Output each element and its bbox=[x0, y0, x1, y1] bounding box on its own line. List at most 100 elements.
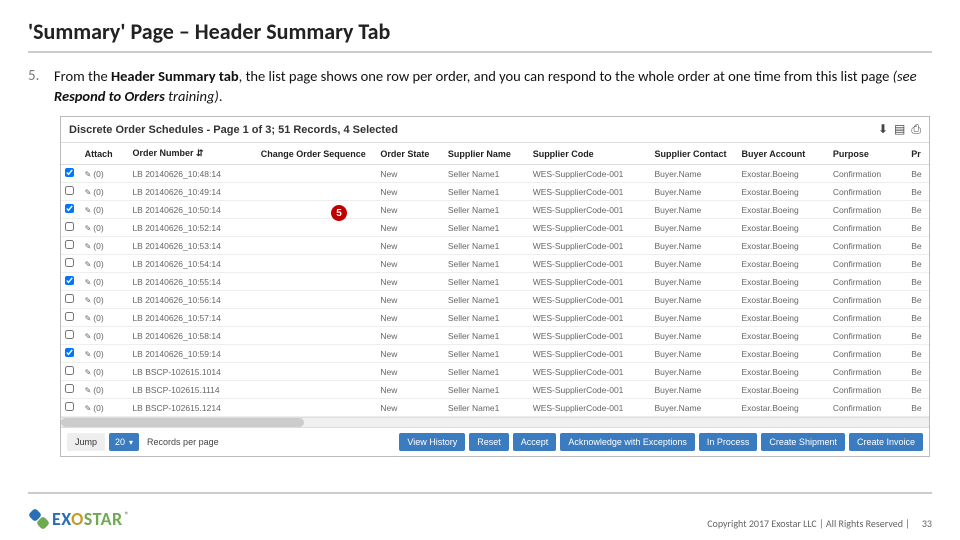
column-header[interactable]: Buyer Account bbox=[738, 143, 829, 165]
reset-button[interactable]: Reset bbox=[469, 433, 509, 451]
table-row[interactable]: (0)LB 20140626_10:57:14NewSeller Name1WE… bbox=[61, 309, 929, 327]
supplier-contact-cell: Buyer.Name bbox=[651, 345, 738, 363]
column-header[interactable]: Attach bbox=[81, 143, 129, 165]
download-icon[interactable]: ⬇ bbox=[878, 122, 888, 137]
row-checkbox[interactable] bbox=[61, 381, 81, 399]
row-checkbox[interactable] bbox=[61, 327, 81, 345]
logo-mark-icon bbox=[28, 508, 50, 530]
column-header[interactable]: Pr bbox=[907, 143, 929, 165]
create-invoice-button[interactable]: Create Invoice bbox=[849, 433, 923, 451]
attach-cell[interactable]: (0) bbox=[81, 363, 129, 381]
row-checkbox[interactable] bbox=[61, 183, 81, 201]
column-header[interactable]: Purpose bbox=[829, 143, 907, 165]
page-size-select[interactable]: 20 bbox=[109, 433, 139, 451]
order-number-link[interactable]: LB 20140626_10:55:14 bbox=[128, 273, 256, 291]
purpose-cell: Confirmation bbox=[829, 183, 907, 201]
attach-cell[interactable]: (0) bbox=[81, 201, 129, 219]
attach-cell[interactable]: (0) bbox=[81, 273, 129, 291]
column-header[interactable]: Change Order Sequence bbox=[257, 143, 377, 165]
supplier-contact-cell: Buyer.Name bbox=[651, 255, 738, 273]
column-header[interactable]: Order Number ⇵ bbox=[128, 143, 256, 165]
row-checkbox[interactable] bbox=[61, 363, 81, 381]
pr-cell: Be bbox=[907, 327, 929, 345]
column-header[interactable]: Supplier Name bbox=[444, 143, 529, 165]
attach-cell[interactable]: (0) bbox=[81, 183, 129, 201]
order-number-link[interactable]: LB 20140626_10:52:14 bbox=[128, 219, 256, 237]
attach-cell[interactable]: (0) bbox=[81, 399, 129, 417]
table-row[interactable]: (0)LB 20140626_10:58:14NewSeller Name1WE… bbox=[61, 327, 929, 345]
accept-button[interactable]: Accept bbox=[513, 433, 557, 451]
table-row[interactable]: (0)LB 20140626_10:52:14NewSeller Name1WE… bbox=[61, 219, 929, 237]
attach-cell[interactable]: (0) bbox=[81, 219, 129, 237]
view-history-button[interactable]: View History bbox=[399, 433, 465, 451]
table-row[interactable]: (0)LB BSCP-102615.1014NewSeller Name1WES… bbox=[61, 363, 929, 381]
row-checkbox[interactable] bbox=[61, 219, 81, 237]
horizontal-scrollbar[interactable] bbox=[61, 417, 929, 427]
column-header[interactable]: Order State bbox=[376, 143, 443, 165]
row-checkbox[interactable] bbox=[61, 345, 81, 363]
table-row[interactable]: (0)LB 20140626_10:50:14NewSeller Name1WE… bbox=[61, 201, 929, 219]
print-icon[interactable]: ⎙ bbox=[911, 122, 921, 137]
attach-cell[interactable]: (0) bbox=[81, 255, 129, 273]
order-number-link[interactable]: LB 20140626_10:48:14 bbox=[128, 165, 256, 183]
order-number-link[interactable]: LB 20140626_10:50:14 bbox=[128, 201, 256, 219]
order-number-link[interactable]: LB 20140626_10:53:14 bbox=[128, 237, 256, 255]
order-number-link[interactable]: LB BSCP-102615.1214 bbox=[128, 399, 256, 417]
supplier-code-cell: WES-SupplierCode-001 bbox=[529, 399, 651, 417]
table-row[interactable]: (0)LB 20140626_10:56:14NewSeller Name1WE… bbox=[61, 291, 929, 309]
pr-cell: Be bbox=[907, 237, 929, 255]
row-checkbox[interactable] bbox=[61, 201, 81, 219]
create-shipment-button[interactable]: Create Shipment bbox=[761, 433, 845, 451]
supplier-name-cell: Seller Name1 bbox=[444, 381, 529, 399]
row-checkbox[interactable] bbox=[61, 399, 81, 417]
table-row[interactable]: (0)LB 20140626_10:49:14NewSeller Name1WE… bbox=[61, 183, 929, 201]
step-body: From the Header Summary tab, the list pa… bbox=[54, 67, 932, 106]
order-number-link[interactable]: LB 20140626_10:56:14 bbox=[128, 291, 256, 309]
attach-cell[interactable]: (0) bbox=[81, 165, 129, 183]
attach-cell[interactable]: (0) bbox=[81, 345, 129, 363]
table-row[interactable]: (0)LB 20140626_10:53:14NewSeller Name1WE… bbox=[61, 237, 929, 255]
attach-cell[interactable]: (0) bbox=[81, 291, 129, 309]
table-row[interactable]: (0)LB 20140626_10:54:14NewSeller Name1WE… bbox=[61, 255, 929, 273]
acknowledge-with-exceptions-button[interactable]: Acknowledge with Exceptions bbox=[560, 433, 695, 451]
purpose-cell: Confirmation bbox=[829, 381, 907, 399]
csv-icon[interactable]: ▤ bbox=[894, 122, 905, 137]
row-checkbox[interactable] bbox=[61, 237, 81, 255]
attach-cell[interactable]: (0) bbox=[81, 381, 129, 399]
supplier-code-cell: WES-SupplierCode-001 bbox=[529, 201, 651, 219]
row-checkbox[interactable] bbox=[61, 273, 81, 291]
row-checkbox[interactable] bbox=[61, 309, 81, 327]
purpose-cell: Confirmation bbox=[829, 345, 907, 363]
table-row[interactable]: (0)LB 20140626_10:55:14NewSeller Name1WE… bbox=[61, 273, 929, 291]
order-number-link[interactable]: LB 20140626_10:54:14 bbox=[128, 255, 256, 273]
column-header[interactable]: Supplier Code bbox=[529, 143, 651, 165]
change-seq-cell bbox=[257, 381, 377, 399]
table-row[interactable]: (0)LB 20140626_10:59:14NewSeller Name1WE… bbox=[61, 345, 929, 363]
attach-cell[interactable]: (0) bbox=[81, 327, 129, 345]
table-row[interactable]: (0)LB 20140626_10:48:14NewSeller Name1WE… bbox=[61, 165, 929, 183]
attach-cell[interactable]: (0) bbox=[81, 309, 129, 327]
jump-button[interactable]: Jump bbox=[67, 433, 105, 451]
purpose-cell: Confirmation bbox=[829, 165, 907, 183]
row-checkbox[interactable] bbox=[61, 255, 81, 273]
table-row[interactable]: (0)LB BSCP-102615.1114NewSeller Name1WES… bbox=[61, 381, 929, 399]
column-header[interactable] bbox=[61, 143, 81, 165]
attach-cell[interactable]: (0) bbox=[81, 237, 129, 255]
in-process-button[interactable]: In Process bbox=[699, 433, 758, 451]
row-checkbox[interactable] bbox=[61, 165, 81, 183]
order-grid: AttachOrder Number ⇵Change Order Sequenc… bbox=[61, 143, 929, 417]
order-number-link[interactable]: LB BSCP-102615.1014 bbox=[128, 363, 256, 381]
row-checkbox[interactable] bbox=[61, 291, 81, 309]
column-header[interactable]: Supplier Contact bbox=[651, 143, 738, 165]
order-number-link[interactable]: LB 20140626_10:59:14 bbox=[128, 345, 256, 363]
order-number-link[interactable]: LB 20140626_10:57:14 bbox=[128, 309, 256, 327]
order-number-link[interactable]: LB 20140626_10:49:14 bbox=[128, 183, 256, 201]
order-number-link[interactable]: LB 20140626_10:58:14 bbox=[128, 327, 256, 345]
supplier-contact-cell: Buyer.Name bbox=[651, 381, 738, 399]
order-state-cell: New bbox=[376, 291, 443, 309]
supplier-contact-cell: Buyer.Name bbox=[651, 291, 738, 309]
export-icons[interactable]: ⬇ ▤ ⎙ bbox=[878, 122, 921, 137]
order-number-link[interactable]: LB BSCP-102615.1114 bbox=[128, 381, 256, 399]
table-row[interactable]: (0)LB BSCP-102615.1214NewSeller Name1WES… bbox=[61, 399, 929, 417]
purpose-cell: Confirmation bbox=[829, 273, 907, 291]
